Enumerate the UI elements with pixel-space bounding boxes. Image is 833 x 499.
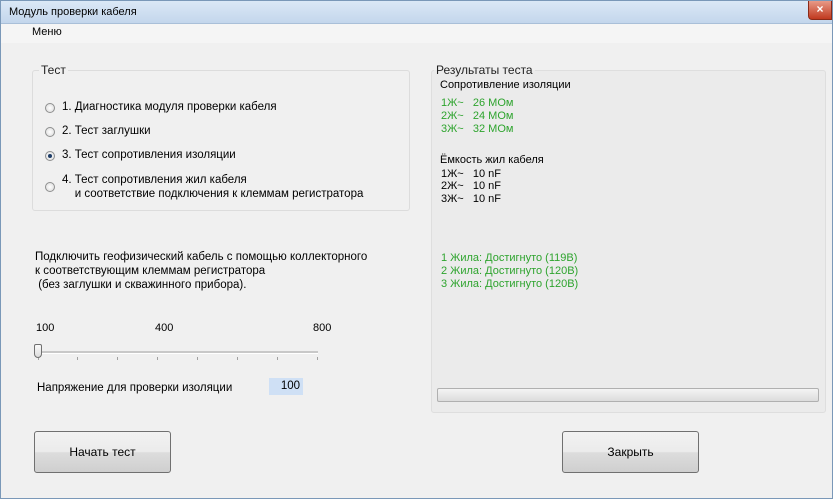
- test-group-legend: Тест: [41, 63, 66, 77]
- capacity-line: 3Ж~ 10 nF: [441, 193, 501, 205]
- reached-line: 1 Жила: Достигнуто (119В): [441, 252, 578, 264]
- radio-label: 3. Тест сопротивления изоляции: [62, 149, 236, 161]
- reached-line: 3 Жила: Достигнуто (120В): [441, 278, 579, 290]
- reached-line: 2 Жила: Достигнуто (120В): [441, 265, 579, 277]
- voltage-slider-track[interactable]: [36, 351, 318, 354]
- radio-button[interactable]: [45, 182, 55, 192]
- app-window: Модуль проверки кабеля × Меню Тест 1. Ди…: [0, 0, 833, 499]
- test-progress-bar: [437, 388, 819, 402]
- insulation-line: 1Ж~ 26 МОм: [441, 97, 514, 109]
- window-title: Модуль проверки кабеля: [9, 6, 137, 18]
- voltage-label: Напряжение для проверки изоляции: [37, 382, 233, 394]
- title-bar[interactable]: Модуль проверки кабеля ×: [1, 1, 832, 24]
- voltage-value-field[interactable]: 100: [269, 378, 303, 395]
- start-test-button[interactable]: Начать тест: [34, 431, 171, 473]
- radio-button[interactable]: [45, 127, 55, 137]
- insulation-line: 2Ж~ 24 МОм: [441, 110, 514, 122]
- insulation-line: 3Ж~ 32 МОм: [441, 123, 514, 135]
- radio-label: 4. Тест сопротивления жил кабеля и соотв…: [62, 174, 364, 200]
- window-close-icon[interactable]: ×: [808, 1, 832, 20]
- slider-tick: [77, 357, 78, 360]
- radio-option-1[interactable]: 1. Диагностика модуля проверки кабеля: [45, 100, 277, 114]
- menu-item-menu[interactable]: Меню: [32, 26, 62, 38]
- insulation-title: Сопротивление изоляции: [440, 79, 571, 91]
- close-button[interactable]: Закрыть: [562, 431, 699, 473]
- radio-label: 1. Диагностика модуля проверки кабеля: [62, 101, 277, 113]
- radio-option-4[interactable]: 4. Тест сопротивления жил кабеля и соотв…: [45, 173, 363, 201]
- slider-tick: [277, 357, 278, 360]
- main-panel: Тест 1. Диагностика модуля проверки кабе…: [23, 43, 832, 498]
- slider-tick: [317, 357, 318, 360]
- test-selection-group: Тест 1. Диагностика модуля проверки кабе…: [32, 63, 410, 211]
- menu-bar: Меню: [1, 24, 832, 43]
- slider-min-label: 100: [36, 322, 55, 334]
- radio-label: 2. Тест заглушки: [62, 125, 151, 137]
- capacity-title: Ёмкость жил кабеля: [440, 154, 544, 166]
- connection-instruction: Подключить геофизический кабель с помощь…: [35, 251, 368, 291]
- capacity-line: 1Ж~ 10 nF: [441, 168, 501, 180]
- results-legend: Результаты теста: [436, 63, 533, 77]
- capacity-line: 2Ж~ 10 nF: [441, 180, 501, 192]
- slider-tick: [157, 357, 158, 360]
- radio-button-checked[interactable]: [45, 151, 55, 161]
- slider-mid-label: 400: [155, 322, 174, 334]
- slider-max-label: 800: [313, 322, 332, 334]
- slider-tick: [117, 357, 118, 360]
- radio-button[interactable]: [45, 103, 55, 113]
- radio-option-2[interactable]: 2. Тест заглушки: [45, 124, 151, 138]
- slider-tick: [237, 357, 238, 360]
- slider-tick: [197, 357, 198, 360]
- radio-option-3[interactable]: 3. Тест сопротивления изоляции: [45, 148, 236, 162]
- voltage-slider-thumb[interactable]: [34, 344, 42, 358]
